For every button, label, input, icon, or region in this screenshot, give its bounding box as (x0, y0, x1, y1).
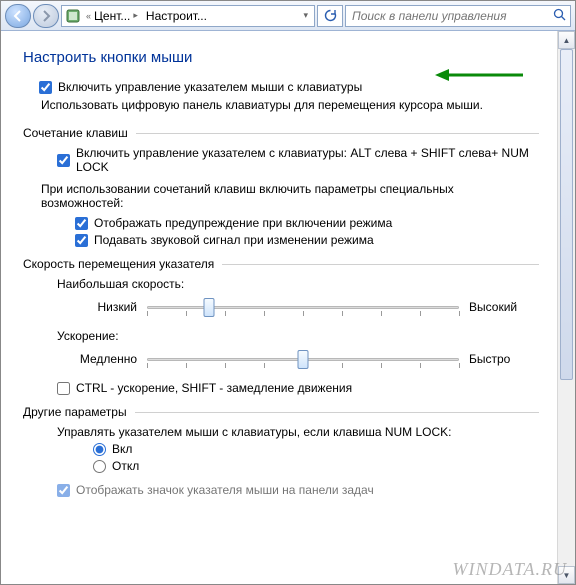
ctrl-shift-label: CTRL - ускорение, SHIFT - замедление дви… (76, 381, 352, 395)
slider-low-label: Низкий (57, 300, 137, 314)
shortcut-desc: При использовании сочетаний клавиш включ… (41, 182, 539, 210)
shortcut-sound-checkbox[interactable] (75, 234, 88, 247)
breadcrumb-label: Цент... (94, 9, 130, 23)
scroll-thumb[interactable] (560, 49, 573, 380)
max-speed-slider[interactable] (147, 295, 459, 319)
section-shortcut-title: Сочетание клавиш (23, 126, 128, 140)
numlock-label: Управлять указателем мыши с клавиатуры, … (57, 425, 539, 439)
slider-high-label: Высокий (469, 300, 539, 314)
breadcrumb-segment-1[interactable]: « Цент... ▸ (82, 6, 142, 26)
breadcrumb-label: Настроит... (146, 9, 207, 23)
max-speed-label: Наибольшая скорость: (57, 277, 539, 291)
numlock-on-radio[interactable] (93, 443, 106, 456)
dropdown-chevron-icon[interactable]: ▾ (299, 10, 312, 21)
shortcut-warn-checkbox[interactable] (75, 217, 88, 230)
enable-mousekeys-row: Включить управление указателем мыши с кл… (39, 80, 539, 94)
slider-high-label: Быстро (469, 352, 539, 366)
ctrl-shift-checkbox[interactable] (57, 382, 70, 395)
numlock-off-label: Откл (112, 459, 139, 473)
numlock-off-radio[interactable] (93, 460, 106, 473)
section-other: Другие параметры Управлять указателем мы… (23, 405, 539, 497)
watermark: WINDATA.RU (453, 559, 567, 580)
accel-slider-row: Медленно Быстро (57, 347, 539, 371)
back-button[interactable] (5, 4, 31, 28)
numlock-on-label: Вкл (112, 442, 132, 456)
address-bar: « Цент... ▸ Настроит... ▾ (1, 1, 575, 31)
section-shortcut: Сочетание клавиш Включить управление ука… (23, 126, 539, 247)
shortcut-enable-label: Включить управление указателем с клавиат… (76, 146, 539, 174)
shortcut-enable-checkbox[interactable] (57, 154, 70, 167)
section-speed-title: Скорость перемещения указателя (23, 257, 214, 271)
accel-label: Ускорение: (57, 329, 539, 343)
scroll-up-button[interactable]: ▲ (558, 31, 575, 49)
max-speed-slider-row: Низкий Высокий (57, 295, 539, 319)
search-box[interactable] (345, 5, 571, 27)
show-tray-icon-checkbox[interactable] (57, 484, 70, 497)
page-title: Настроить кнопки мыши (23, 49, 539, 66)
enable-mousekeys-label: Включить управление указателем мыши с кл… (58, 80, 362, 94)
chevron-right-icon: ▸ (133, 10, 138, 21)
divider (222, 264, 539, 265)
divider (136, 133, 539, 134)
shortcut-sound-label: Подавать звуковой сигнал при изменении р… (94, 233, 374, 247)
breadcrumb-bar[interactable]: « Цент... ▸ Настроит... ▾ (61, 5, 315, 27)
control-panel-icon (64, 7, 82, 25)
slider-low-label: Медленно (57, 352, 137, 366)
search-input[interactable] (350, 8, 549, 24)
section-speed: Скорость перемещения указателя Наибольша… (23, 257, 539, 395)
scroll-track[interactable] (558, 49, 575, 566)
breadcrumb-segment-2[interactable]: Настроит... (142, 6, 211, 26)
accel-slider[interactable] (147, 347, 459, 371)
section-other-title: Другие параметры (23, 405, 127, 419)
vertical-scrollbar[interactable]: ▲ ▼ (557, 31, 575, 584)
chevron-left-icon: « (86, 11, 91, 21)
forward-button[interactable] (33, 4, 59, 28)
show-tray-icon-label: Отображать значок указателя мыши на пане… (76, 483, 374, 497)
refresh-button[interactable] (317, 5, 343, 27)
enable-mousekeys-checkbox[interactable] (39, 81, 52, 94)
search-icon[interactable] (553, 8, 566, 24)
content-pane: Настроить кнопки мыши Включить управлени… (1, 31, 557, 584)
enable-mousekeys-desc: Использовать цифровую панель клавиатуры … (41, 98, 539, 112)
divider (135, 412, 539, 413)
shortcut-warn-label: Отображать предупреждение при включении … (94, 216, 392, 230)
